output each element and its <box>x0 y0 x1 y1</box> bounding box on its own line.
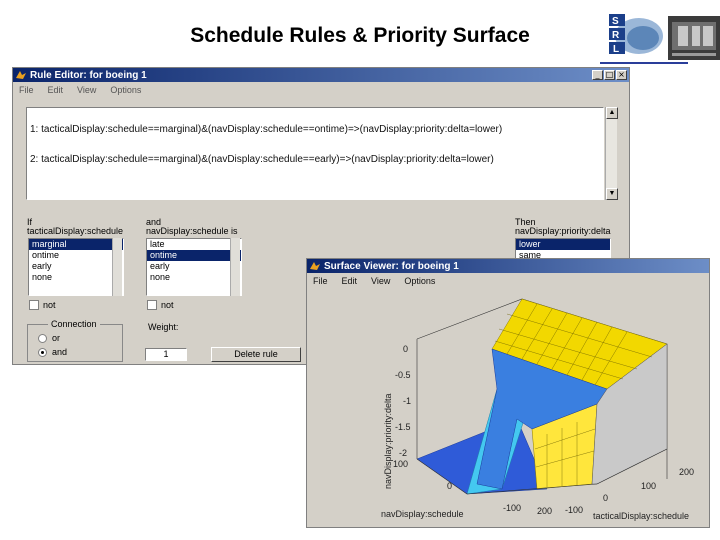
connection-group: Connection or and <box>27 319 123 362</box>
list-item[interactable]: late <box>147 239 241 250</box>
x-axis-label: tacticalDisplay:schedule <box>593 511 689 521</box>
scroll-up-arrow[interactable]: ▲ <box>606 107 618 119</box>
z-tick: -2 <box>399 448 407 458</box>
surface-viewer-menubar: File Edit View Options <box>307 273 709 289</box>
x-tick: 200 <box>537 506 552 516</box>
and-listbox[interactable]: late ontime early none <box>146 238 242 296</box>
y-tick: 100 <box>393 459 408 469</box>
menu-options[interactable]: Options <box>404 276 435 286</box>
radio-or-label: or <box>52 333 61 343</box>
srl-logo: S R L <box>605 10 665 58</box>
minimize-button[interactable]: _ <box>592 70 603 80</box>
title-rule <box>600 62 688 64</box>
weight-input[interactable]: 1 <box>145 348 187 361</box>
list-item[interactable]: ontime <box>147 250 241 261</box>
y-tick: 0 <box>447 481 452 491</box>
weight-label: Weight: <box>148 322 179 332</box>
rule-2[interactable]: 2: tacticalDisplay:schedule==marginal)&(… <box>30 154 494 165</box>
not-label: not <box>43 300 56 310</box>
z-axis-label: navDisplay:priority:delta <box>383 393 393 489</box>
and-not-checkbox[interactable]: not <box>147 300 174 310</box>
radio-button[interactable] <box>38 333 47 343</box>
x-tick: -100 <box>565 505 583 515</box>
z-tick: 0 <box>403 344 408 354</box>
rules-scrollbar[interactable]: ▲ ▼ <box>605 107 618 200</box>
svg-text:R: R <box>612 30 620 41</box>
surface-plot[interactable]: 0 -0.5 -1 -1.5 -2 navDisplay:priority:de… <box>307 289 709 527</box>
menu-options[interactable]: Options <box>110 85 141 95</box>
rules-list[interactable]: 1: tacticalDisplay:schedule==marginal)&(… <box>26 107 604 200</box>
z-tick: -0.5 <box>395 370 411 380</box>
z-tick: -1.5 <box>395 422 411 432</box>
radio-and[interactable]: and <box>38 347 67 357</box>
y-tick: -100 <box>503 503 521 513</box>
rule-1[interactable]: 1: tacticalDisplay:schedule==marginal)&(… <box>30 124 502 135</box>
if-listbox[interactable]: marginal ontime early none <box>28 238 124 296</box>
menu-edit[interactable]: Edit <box>48 85 64 95</box>
list-item[interactable]: none <box>147 272 241 283</box>
maximize-button[interactable]: □ <box>604 70 615 80</box>
radio-button[interactable] <box>38 347 47 357</box>
scroll-down-arrow[interactable]: ▼ <box>606 188 618 200</box>
matlab-icon <box>16 71 26 79</box>
radio-or[interactable]: or <box>38 333 60 343</box>
checkbox-box[interactable] <box>147 300 157 310</box>
not-label: not <box>161 300 174 310</box>
svg-text:S: S <box>612 16 619 27</box>
rule-editor-menubar: File Edit View Options <box>13 82 629 98</box>
svg-text:L: L <box>613 44 619 55</box>
list-item[interactable]: ontime <box>29 250 123 261</box>
list-item[interactable]: lower <box>516 239 610 250</box>
then-variable-label: navDisplay:priority:delta <box>515 226 611 236</box>
and-variable-label: navDisplay:schedule is <box>146 226 238 236</box>
x-tick: 0 <box>603 493 608 503</box>
checkbox-box[interactable] <box>29 300 39 310</box>
surface-plot-area: 0 -0.5 -1 -1.5 -2 navDisplay:priority:de… <box>307 289 709 527</box>
connection-title: Connection <box>48 319 100 329</box>
menu-file[interactable]: File <box>19 85 34 95</box>
if-not-checkbox[interactable]: not <box>29 300 56 310</box>
list-item[interactable]: early <box>147 261 241 272</box>
menu-view[interactable]: View <box>77 85 96 95</box>
x-tick: 100 <box>641 481 656 491</box>
surface-viewer-title: Surface Viewer: for boeing 1 <box>324 260 459 272</box>
and-list-scrollbar[interactable] <box>230 238 240 296</box>
radio-and-label: and <box>52 347 68 357</box>
menu-file[interactable]: File <box>313 276 328 286</box>
delete-rule-button[interactable]: Delete rule <box>211 347 301 362</box>
surface-viewer-window: Surface Viewer: for boeing 1 File Edit V… <box>306 258 710 528</box>
rule-editor-title: Rule Editor: for boeing 1 <box>30 69 147 81</box>
close-button[interactable]: × <box>616 70 627 80</box>
list-item[interactable]: marginal <box>29 239 123 250</box>
if-variable-label: tacticalDisplay:schedule <box>27 226 124 236</box>
matlab-icon <box>310 262 320 270</box>
partner-logo <box>668 16 720 60</box>
z-tick: -1 <box>403 396 411 406</box>
list-item[interactable]: none <box>29 272 123 283</box>
menu-edit[interactable]: Edit <box>342 276 358 286</box>
menu-view[interactable]: View <box>371 276 390 286</box>
if-list-scrollbar[interactable] <box>112 238 122 296</box>
x-tick: 200 <box>679 467 694 477</box>
surface-viewer-titlebar[interactable]: Surface Viewer: for boeing 1 <box>307 259 709 273</box>
y-axis-label: navDisplay:schedule <box>381 509 464 519</box>
list-item[interactable]: early <box>29 261 123 272</box>
rule-editor-titlebar[interactable]: Rule Editor: for boeing 1 _ □ × <box>13 68 629 82</box>
